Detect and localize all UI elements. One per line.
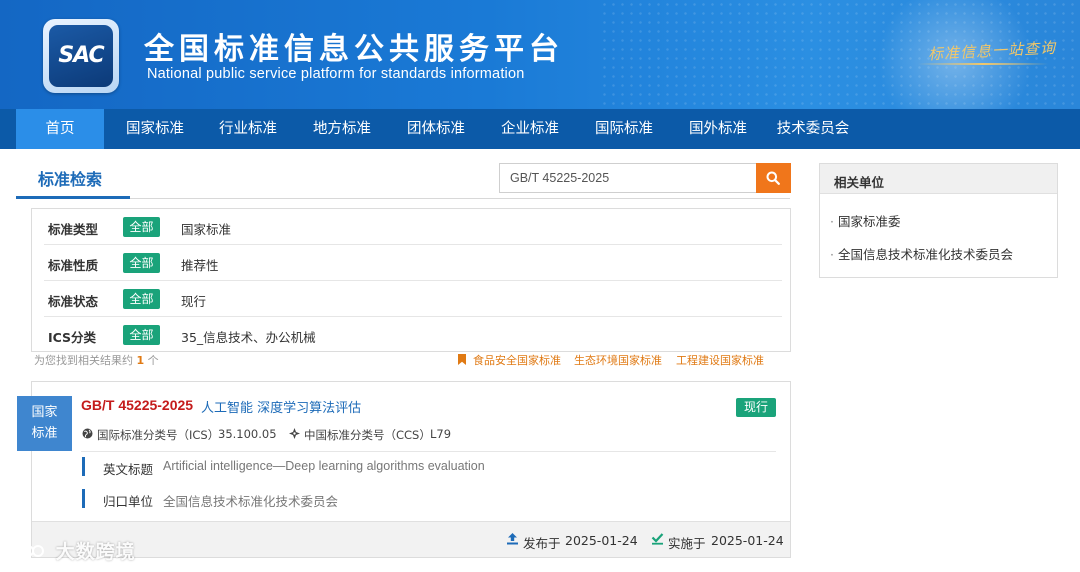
check-icon xyxy=(651,533,664,545)
filter-value[interactable]: 国家标准 xyxy=(181,219,231,238)
search-icon xyxy=(766,171,780,185)
effective-date: 2025-01-24 xyxy=(711,533,784,548)
quick-link-engineering[interactable]: 工程建设国家标准 xyxy=(676,352,764,368)
nav-item-local[interactable]: 地方标准 xyxy=(299,109,385,149)
filter-value[interactable]: 推荐性 xyxy=(181,255,219,274)
ics-label: 国际标准分类号（ICS） xyxy=(97,428,220,442)
nav-item-international[interactable]: 国际标准 xyxy=(581,109,667,149)
filter-row-type: 标准类型 全部 国家标准 xyxy=(44,209,782,245)
filter-label: ICS分类 xyxy=(48,330,97,345)
quick-link-food-safety[interactable]: 食品安全国家标准 xyxy=(473,352,561,368)
filter-all-badge[interactable]: 全部 xyxy=(123,325,160,345)
side-panel-header: 相关单位 xyxy=(820,164,1057,194)
info-marker xyxy=(82,457,85,476)
sac-logo[interactable]: SAC xyxy=(43,19,119,93)
effective-label: 实施于 xyxy=(668,536,706,551)
nav-item-committee[interactable]: 技术委员会 xyxy=(768,109,858,149)
globe-icon xyxy=(82,428,93,439)
english-title: Artificial intelligence—Deep learning al… xyxy=(163,459,485,473)
tab-active-underline xyxy=(16,196,130,199)
crosshair-icon xyxy=(289,428,300,439)
watermark: 大数跨境 xyxy=(8,537,136,564)
filter-label: 标准类型 xyxy=(48,222,99,237)
standard-type-tag: 国家 标准 xyxy=(17,396,72,451)
site-subtitle: National public service platform for sta… xyxy=(147,66,525,82)
info-marker xyxy=(82,489,85,508)
published-label: 发布于 xyxy=(523,536,561,551)
nav-item-enterprise[interactable]: 企业标准 xyxy=(487,109,573,149)
related-units-panel: 相关单位 国家标准委 全国信息技术标准化技术委员会 xyxy=(819,163,1058,278)
header-banner: SAC 全国标准信息公共服务平台 National public service… xyxy=(0,0,1080,109)
tab-standard-search[interactable]: 标准检索 xyxy=(38,166,102,190)
quick-link-ecology[interactable]: 生态环境国家标准 xyxy=(574,352,662,368)
standard-title-link[interactable]: 人工智能 深度学习算法评估 xyxy=(201,397,361,416)
ccs-label: 中国标准分类号（CCS） xyxy=(304,428,431,442)
search-input[interactable]: GB/T 45225-2025 xyxy=(499,163,756,193)
main-nav: 首页 国家标准 行业标准 地方标准 团体标准 企业标准 国际标准 国外标准 技术… xyxy=(0,109,1080,149)
search-button[interactable] xyxy=(756,163,791,193)
upload-icon xyxy=(507,533,518,545)
standard-code-link[interactable]: GB/T 45225-2025 xyxy=(81,397,193,413)
nav-item-home[interactable]: 首页 xyxy=(16,109,104,149)
filter-all-badge[interactable]: 全部 xyxy=(123,217,160,237)
side-panel-title: 相关单位 xyxy=(834,175,885,190)
slogan-underline xyxy=(918,63,1048,65)
filter-row-ics: ICS分类 全部 35_信息技术、办公机械 xyxy=(44,317,782,353)
related-unit-link[interactable]: 国家标准委 xyxy=(830,211,901,230)
ics-value: 35.100.05 xyxy=(218,427,277,441)
logo-text: SAC xyxy=(58,43,104,68)
owner-value: 全国信息技术标准化技术委员会 xyxy=(163,495,339,509)
nav-item-national[interactable]: 国家标准 xyxy=(112,109,198,149)
english-title-label: 英文标题 xyxy=(103,462,154,477)
bookmark-icon xyxy=(458,354,466,365)
filter-label: 标准状态 xyxy=(48,294,99,309)
filter-label: 标准性质 xyxy=(48,258,99,273)
site-title: 全国标准信息公共服务平台 xyxy=(144,32,564,67)
filter-value[interactable]: 35_信息技术、办公机械 xyxy=(181,327,316,346)
nav-item-industry[interactable]: 行业标准 xyxy=(205,109,291,149)
filter-value[interactable]: 现行 xyxy=(181,291,206,310)
status-badge: 现行 xyxy=(736,398,776,417)
related-unit-link[interactable]: 全国信息技术标准化技术委员会 xyxy=(830,244,1013,263)
nav-item-group[interactable]: 团体标准 xyxy=(393,109,479,149)
filter-all-badge[interactable]: 全部 xyxy=(123,253,160,273)
result-count: 为您找到相关结果约 1 个 xyxy=(34,354,159,367)
ccs-value: L79 xyxy=(430,427,452,441)
filter-all-badge[interactable]: 全部 xyxy=(123,289,160,309)
watermark-logo-icon xyxy=(9,543,44,559)
tab-divider xyxy=(16,198,790,199)
filter-row-nature: 标准性质 全部 推荐性 xyxy=(44,245,782,281)
card-divider xyxy=(81,451,776,452)
filter-panel: 标准类型 全部 国家标准 标准性质 全部 推荐性 标准状态 全部 现行 ICS分… xyxy=(31,208,791,352)
filter-row-status: 标准状态 全部 现行 xyxy=(44,281,782,317)
published-date: 2025-01-24 xyxy=(565,533,638,548)
owner-label: 归口单位 xyxy=(103,494,154,509)
nav-item-foreign[interactable]: 国外标准 xyxy=(675,109,761,149)
